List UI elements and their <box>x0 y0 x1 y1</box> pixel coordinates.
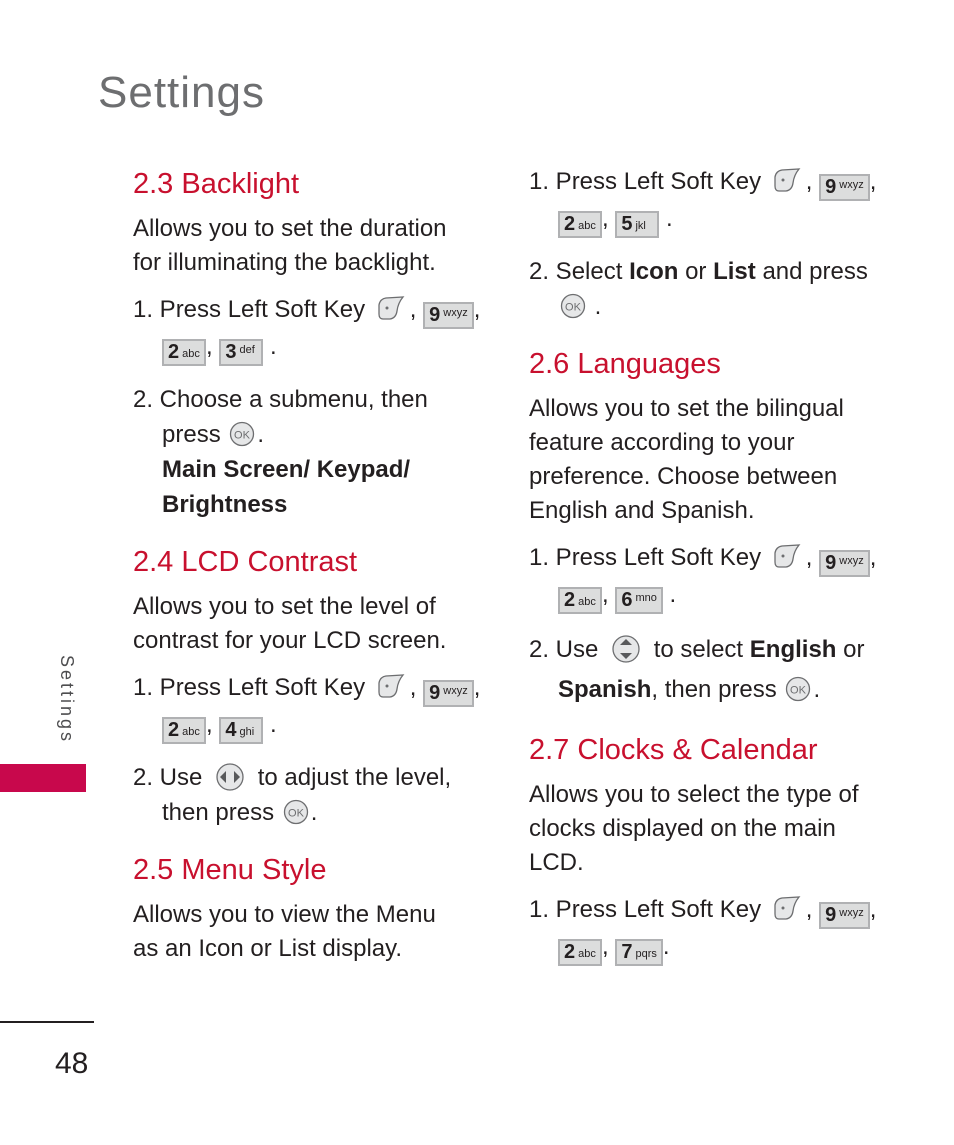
ok-key-icon <box>785 676 811 702</box>
section-description: Allows you to view the Menu as an Icon o… <box>133 901 436 962</box>
ok-key-icon <box>560 293 586 319</box>
footer-divider <box>0 1021 94 1023</box>
side-section-label: Settings <box>57 655 77 745</box>
nav-up-down-icon <box>611 634 641 664</box>
right-column: 1. Press Left Soft Key , 9 wxyz, 2 abc, 5j… <box>529 164 889 966</box>
key-7: 7 pqrs <box>615 939 663 966</box>
step-1: 1. Press Left Soft Key , 9 wxyz, 2 abc, 5j… <box>529 164 889 238</box>
step-1: 1. Press Left Soft Key , 9 wxyz, 2 abc, 7p… <box>529 892 889 966</box>
section-menu-style: 2.5 Menu Style Allows you to view the Me… <box>133 852 493 966</box>
step-text: 1. Press Left Soft Key <box>529 544 762 571</box>
section-heading: 2.4 LCD Contrast <box>133 546 358 578</box>
section-description: Allows you to set the level of contrast … <box>133 593 447 654</box>
section-heading: 2.6 Languages <box>529 348 721 380</box>
step-1: 1. Press Left Soft Key , 9 wxyz, 2 abc, 4g… <box>133 670 493 744</box>
key-9: 9 wxyz <box>819 174 870 201</box>
key-4: 4 ghi <box>219 717 264 744</box>
step-text: 1. Press Left Soft Key <box>133 674 366 701</box>
step-2: 2. Choose a submenu, then press . Main S… <box>133 386 428 518</box>
section-heading: 2.7 Clocks & Calendar <box>529 734 818 766</box>
key-3: 3 def <box>219 339 264 366</box>
key-2: 2 abc <box>558 939 602 966</box>
ok-key-icon <box>229 421 255 447</box>
step-text: 2. Choose a submenu, then <box>133 386 428 413</box>
section-description: Allows you to set the bilingual feature … <box>529 395 844 524</box>
menu-style-steps: 1. Press Left Soft Key , 9 wxyz, 2 abc, 5j… <box>529 164 889 324</box>
key-9: 9 wxyz <box>819 550 870 577</box>
section-description: Allows you to set the duration for illum… <box>133 215 447 276</box>
step-2: 2. Select Icon or List and press . <box>529 258 868 320</box>
section-clocks-calendar: 2.7 Clocks & Calendar Allows you to sele… <box>529 732 889 966</box>
left-soft-key-icon <box>772 543 802 569</box>
left-soft-key-icon <box>772 895 802 921</box>
step-2: 2. Use to select English or Spanish, the… <box>529 634 865 703</box>
section-description: Allows you to select the type of clocks … <box>529 781 859 876</box>
left-soft-key-icon <box>376 673 406 699</box>
page-title: Settings <box>98 68 265 117</box>
option-spanish: Spanish <box>558 676 652 703</box>
section-languages: 2.6 Languages Allows you to set the bili… <box>529 346 889 710</box>
left-soft-key-icon <box>376 295 406 321</box>
left-column: 2.3 Backlight Allows you to set the dura… <box>133 166 493 966</box>
section-heading: 2.5 Menu Style <box>133 854 327 886</box>
key-6: 6 mno <box>615 587 663 614</box>
key-9: 9 wxyz <box>423 302 474 329</box>
option-list: List <box>713 258 756 285</box>
key-9: 9 wxyz <box>423 680 474 707</box>
ok-key-icon <box>283 799 309 825</box>
option-icon: Icon <box>629 258 679 285</box>
key-9: 9 wxyz <box>819 902 870 929</box>
step-text: 1. Press Left Soft Key <box>133 296 366 323</box>
key-2: 2 abc <box>558 211 602 238</box>
submenu-options: Main Screen/ Keypad/ Brightness <box>162 456 411 518</box>
page-number: 48 <box>55 1047 89 1080</box>
option-english: English <box>749 636 837 663</box>
key-2: 2 abc <box>162 717 206 744</box>
section-tab-marker <box>0 764 86 792</box>
key-2: 2 abc <box>162 339 206 366</box>
nav-left-right-icon <box>215 762 245 792</box>
key-5: 5 jkl <box>615 211 660 238</box>
step-text: 1. Press Left Soft Key <box>529 168 762 195</box>
step-1: 1. Press Left Soft Key , 9 wxyz, 2 abc, 6m… <box>529 540 889 614</box>
step-1: 1. Press Left Soft Key , 9 wxyz, 2 abc, 3d… <box>133 292 493 366</box>
section-backlight: 2.3 Backlight Allows you to set the dura… <box>133 166 493 522</box>
section-heading: 2.3 Backlight <box>133 168 300 200</box>
section-lcd-contrast: 2.4 LCD Contrast Allows you to set the l… <box>133 544 493 830</box>
key-2: 2 abc <box>558 587 602 614</box>
left-soft-key-icon <box>772 167 802 193</box>
step-text: 1. Press Left Soft Key <box>529 896 762 923</box>
step-2: 2. Use to adjust the level, then press . <box>133 762 452 826</box>
